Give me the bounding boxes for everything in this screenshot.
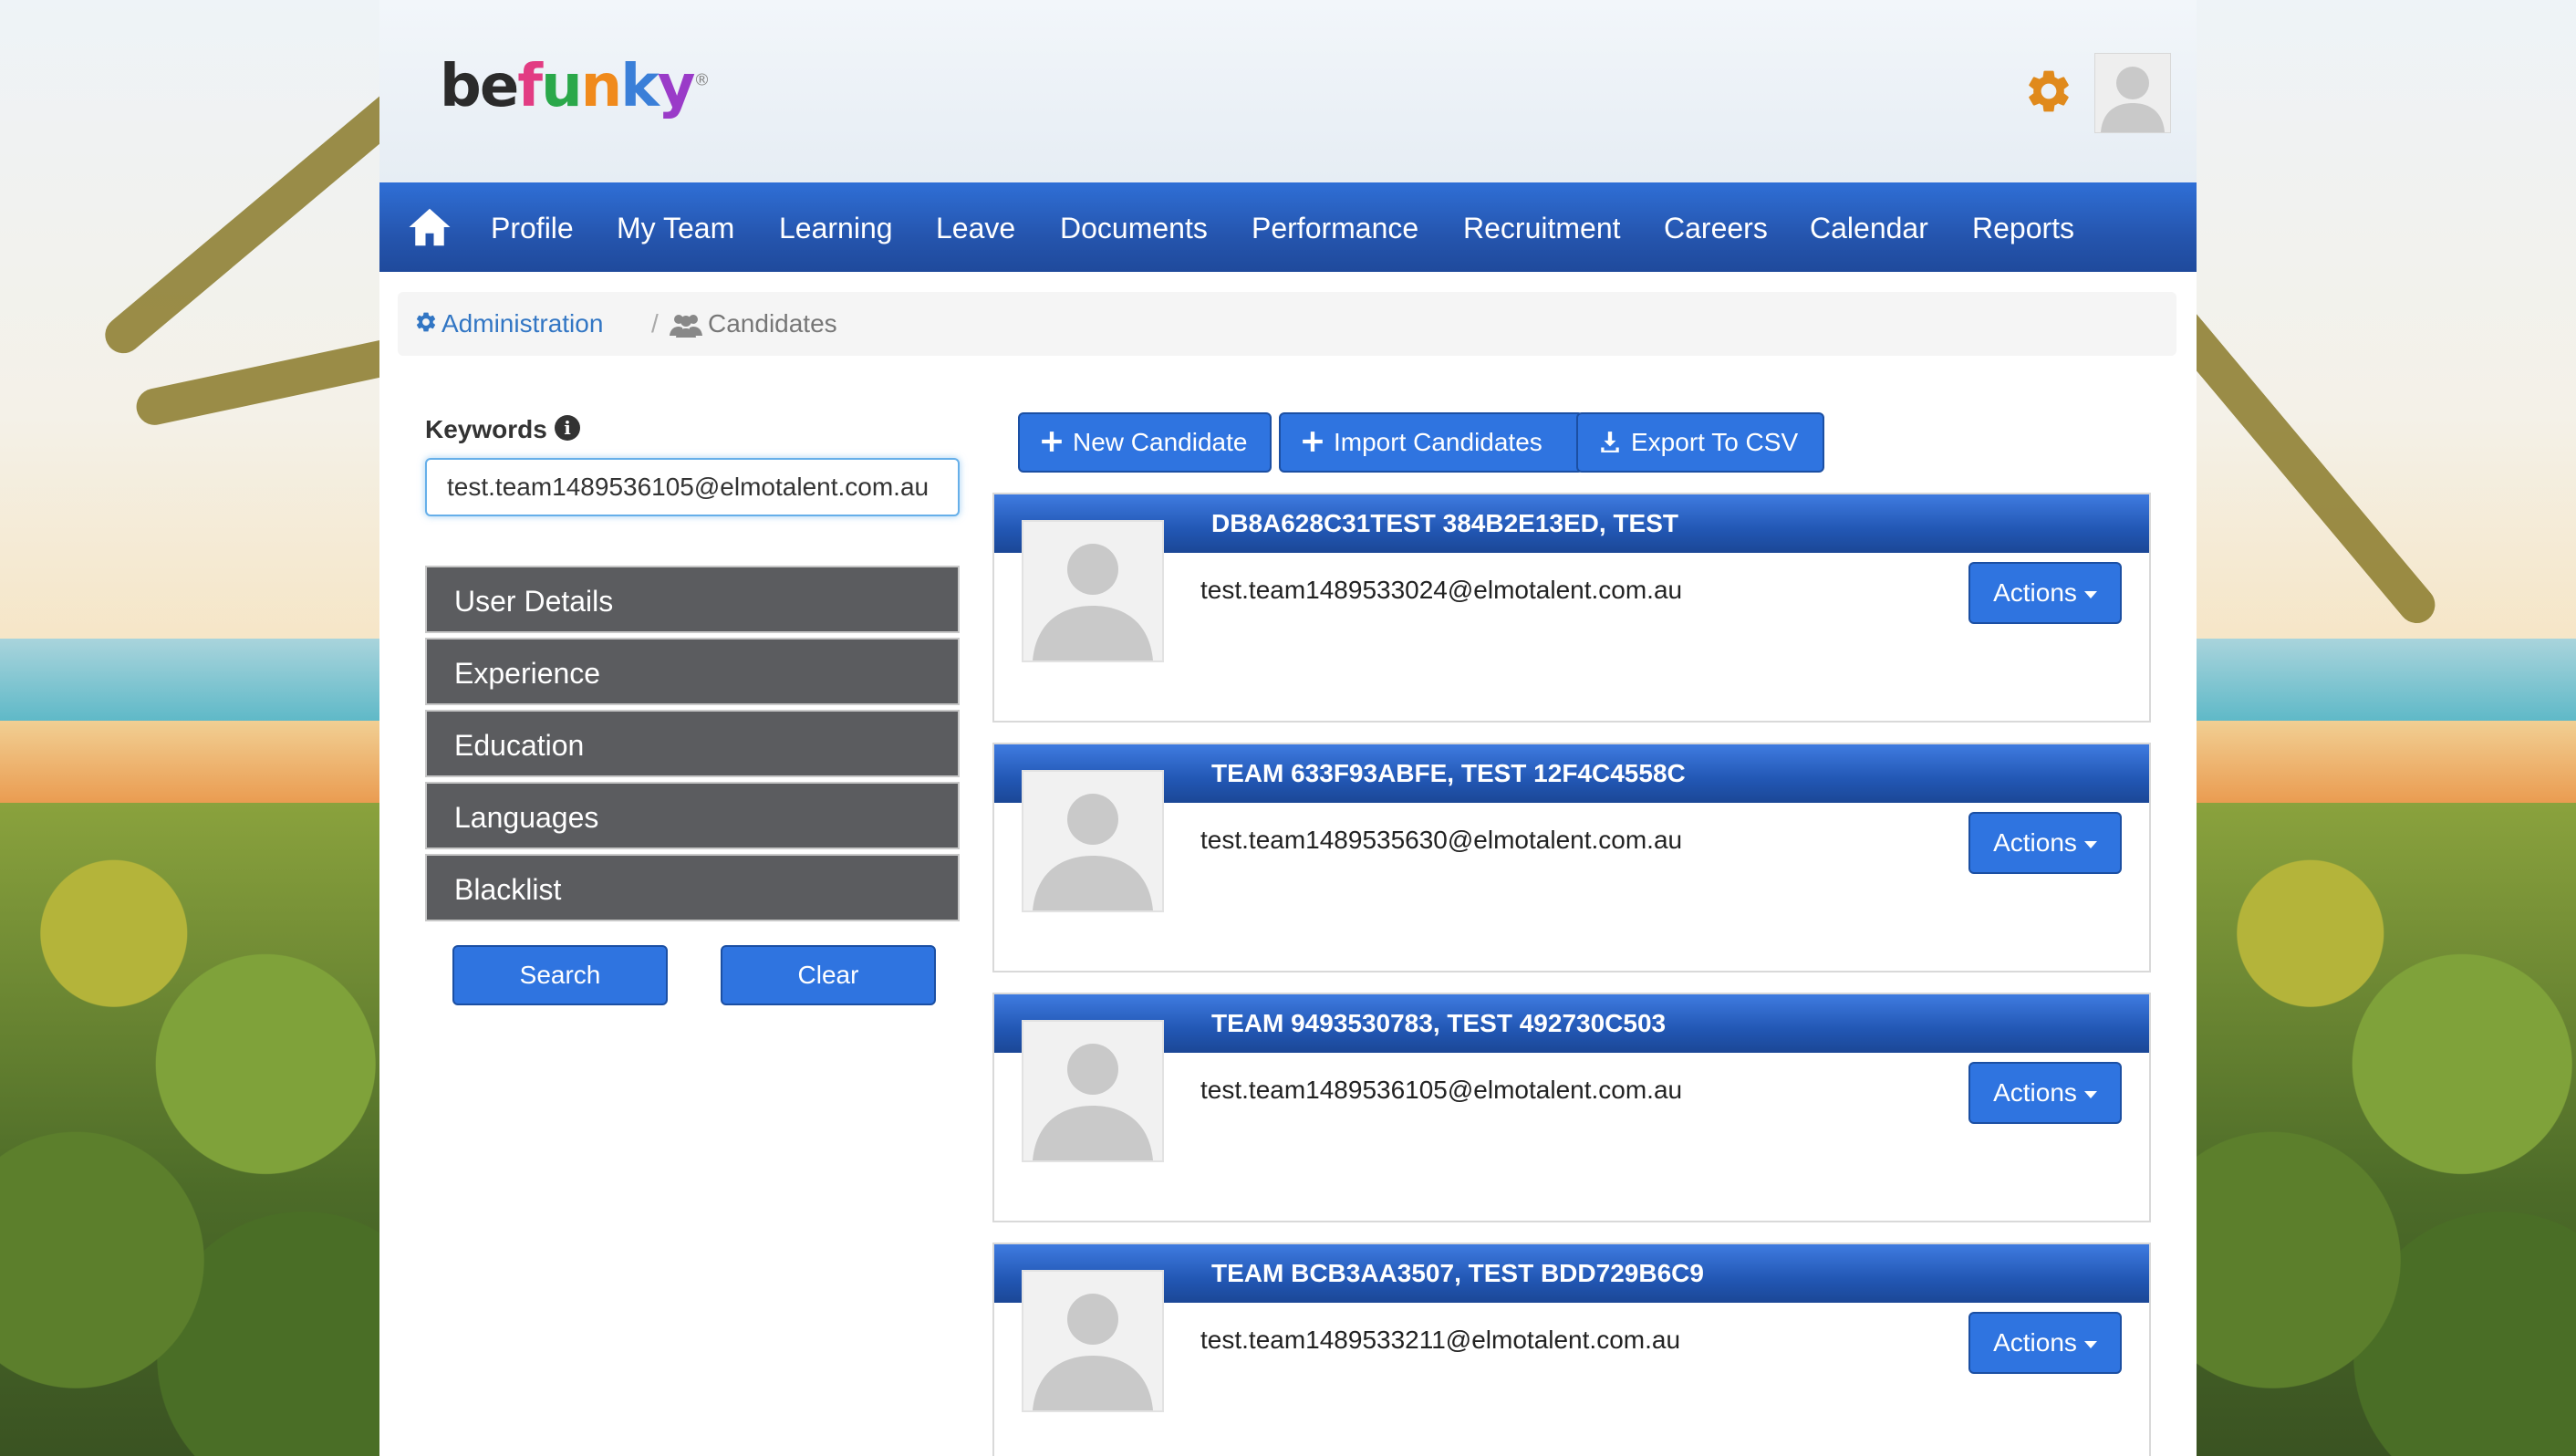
breadcrumb: Administration / Candidates [398,292,2176,356]
new-candidate-label: New Candidate [1073,428,1248,456]
caret-down-icon [2083,840,2097,848]
candidate-email: test.team1489536105@elmotalent.com.au [1200,1076,1683,1104]
nav-item-documents[interactable]: Documents [1060,210,1208,246]
caret-down-icon [2083,1340,2097,1348]
actions-label: Actions [1993,828,2077,857]
candidate-photo [1022,1270,1164,1412]
nav-item-profile[interactable]: Profile [491,210,574,246]
candidate-card: TEAM 633F93ABFE, TEST 12F4C4558C test.te… [992,743,2151,972]
breadcrumb-candidates: Candidates [708,309,837,338]
nav-item-recruitment[interactable]: Recruitment [1463,210,1621,246]
import-candidates-button[interactable]: Import Candidates [1279,412,1584,473]
nav-item-my-team[interactable]: My Team [617,210,734,246]
users-icon [670,315,702,338]
keywords-input[interactable] [425,458,960,516]
candidate-name[interactable]: TEAM 9493530783, TEST 492730C503 [1211,1007,1666,1040]
nav-item-reports[interactable]: Reports [1972,210,2074,246]
gear-icon[interactable] [2023,66,2074,117]
candidate-email: test.team1489535630@elmotalent.com.au [1200,826,1683,854]
candidate-photo [1022,520,1164,662]
nav-item-learning[interactable]: Learning [779,210,893,246]
download-icon [1601,431,1619,452]
search-button[interactable]: Search [452,945,668,1005]
background-scenery-left [0,0,379,1456]
info-icon[interactable]: i [555,415,580,441]
actions-label: Actions [1993,1078,2077,1107]
brand-logo[interactable]: befunky® [440,53,710,120]
candidate-name[interactable]: TEAM BCB3AA3507, TEST BDD729B6C9 [1211,1257,1704,1290]
candidate-name[interactable]: TEAM 633F93ABFE, TEST 12F4C4558C [1211,757,1686,790]
candidate-name[interactable]: DB8A628C31TEST 384B2E13ED, TEST [1211,507,1678,540]
candidate-photo [1022,770,1164,912]
export-csv-label: Export To CSV [1631,428,1799,456]
caret-down-icon [2083,590,2097,598]
breadcrumb-administration-link[interactable]: Administration [441,308,603,339]
plus-icon [1042,431,1062,452]
filter-languages[interactable]: Languages [425,782,960,849]
candidate-card: TEAM 9493530783, TEST 492730C503 test.te… [992,993,2151,1222]
actions-dropdown-button[interactable]: Actions [1968,812,2122,874]
nav-item-performance[interactable]: Performance [1252,210,1418,246]
export-csv-button[interactable]: Export To CSV [1576,412,1824,473]
caret-down-icon [2083,1090,2097,1098]
breadcrumb-separator: / [651,309,659,338]
filter-user-details[interactable]: User Details [425,566,960,633]
plus-icon [1303,431,1323,452]
filter-blacklist[interactable]: Blacklist [425,854,960,921]
actions-dropdown-button[interactable]: Actions [1968,1062,2122,1124]
candidate-card: TEAM BCB3AA3507, TEST BDD729B6C9 test.te… [992,1243,2151,1456]
filter-education[interactable]: Education [425,710,960,777]
nav-item-careers[interactable]: Careers [1664,210,1768,246]
actions-label: Actions [1993,578,2077,607]
new-candidate-button[interactable]: New Candidate [1018,412,1272,473]
candidate-email: test.team1489533024@elmotalent.com.au [1200,576,1683,604]
nav-item-leave[interactable]: Leave [936,210,1015,246]
candidate-card: DB8A628C31TEST 384B2E13ED, TEST test.tea… [992,493,2151,723]
filter-experience[interactable]: Experience [425,638,960,705]
actions-dropdown-button[interactable]: Actions [1968,562,2122,624]
gear-icon [416,312,436,332]
user-avatar-icon[interactable] [2094,53,2171,133]
home-icon[interactable] [405,203,454,252]
import-candidates-label: Import Candidates [1334,428,1542,456]
candidate-photo [1022,1020,1164,1162]
clear-button[interactable]: Clear [721,945,936,1005]
background-scenery-right [2197,0,2576,1456]
nav-item-calendar[interactable]: Calendar [1810,210,1928,246]
main-navbar: Profile My Team Learning Leave Documents… [379,182,2197,272]
actions-label: Actions [1993,1328,2077,1357]
keywords-label: Keywords [425,415,547,443]
candidate-email: test.team1489533211@elmotalent.com.au [1200,1326,1681,1354]
actions-dropdown-button[interactable]: Actions [1968,1312,2122,1374]
top-header: befunky® [379,0,2197,182]
app-page: befunky® Profile My Team Learning Leave … [379,0,2197,1456]
